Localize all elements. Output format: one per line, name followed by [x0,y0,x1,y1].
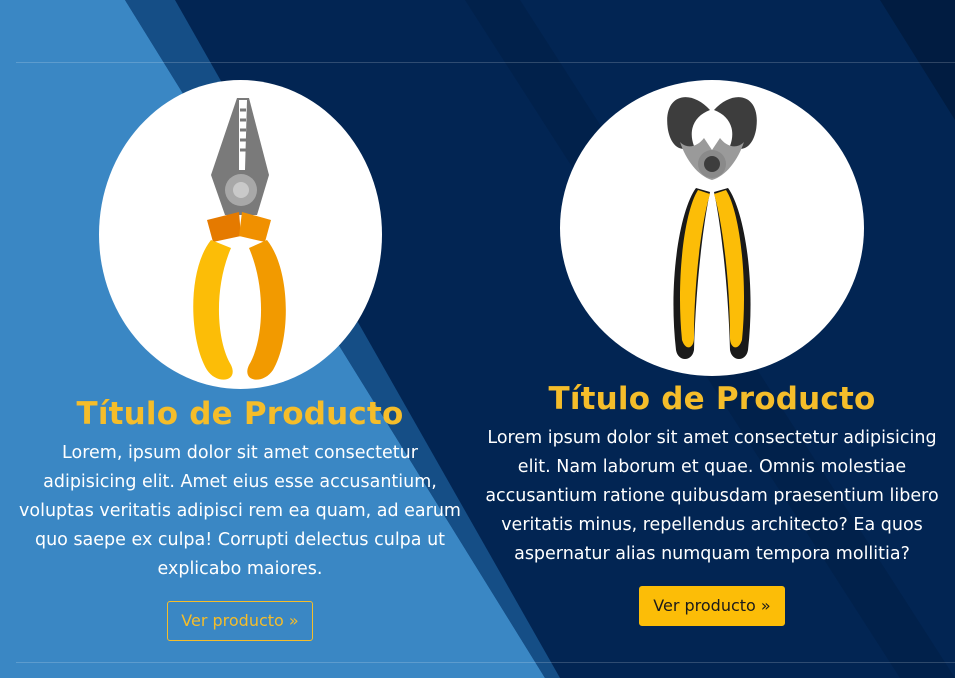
product-image-2 [560,80,864,376]
product-card-1: Título de Producto Lorem, ipsum dolor si… [16,80,464,641]
view-product-button-2[interactable]: Ver producto » [639,586,785,626]
view-product-button-1[interactable]: Ver producto » [167,601,313,641]
product-image-1 [98,80,382,389]
pliers-icon [192,98,286,380]
product-description-2: Lorem ipsum dolor sit amet consectetur a… [485,428,939,564]
cutting-pliers-icon [667,97,757,359]
bottom-divider [16,662,955,663]
product-title-1: Título de Producto [76,396,404,432]
product-card-2: Título de Producto Lorem ipsum dolor sit… [482,80,942,626]
top-divider [16,62,955,63]
product-title-2: Título de Producto [548,381,876,417]
product-description-1: Lorem, ipsum dolor sit amet consectetur … [19,443,461,579]
